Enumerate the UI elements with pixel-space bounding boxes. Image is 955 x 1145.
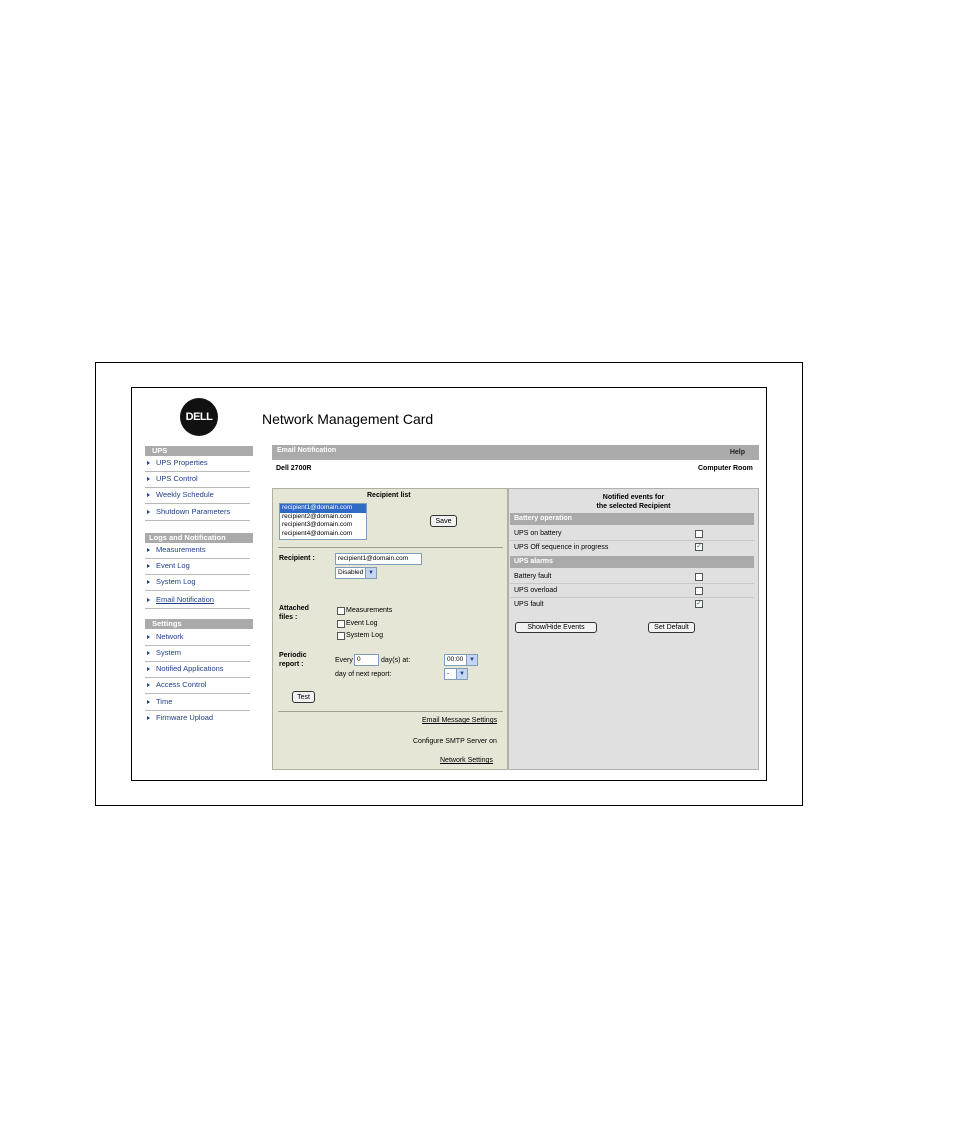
arrow-right-icon: [147, 651, 150, 656]
event-checkbox-ups-fault[interactable]: ✓: [695, 600, 703, 608]
recipient-list-title: Recipient list: [367, 492, 411, 499]
attached-files-label-line1: Attached: [279, 605, 309, 612]
event-label-ups-fault: UPS fault: [514, 601, 544, 608]
arrow-right-icon: [147, 580, 150, 585]
page-title: Email Notification: [277, 447, 337, 454]
arrow-right-icon: [147, 493, 150, 498]
arrow-right-icon: [147, 510, 150, 515]
set-default-button[interactable]: Set Default: [648, 622, 695, 633]
report-time-select[interactable]: 00:00 ▼: [444, 654, 478, 666]
events-panel-title-line1: Notified events for: [602, 494, 665, 501]
arrow-right-icon: [147, 548, 150, 553]
checkmark-icon: ✓: [696, 600, 702, 607]
sidebar-item-access-control[interactable]: Access Control: [145, 679, 250, 694]
chevron-down-icon: ▼: [456, 669, 467, 679]
recipient-option[interactable]: recipient2@domain.com: [280, 513, 366, 522]
sidebar-item-email-notification[interactable]: Email Notification: [145, 594, 250, 609]
next-report-label: day of next report:: [335, 671, 392, 678]
chevron-down-icon: ▼: [365, 568, 376, 578]
arrow-right-icon: [147, 461, 150, 466]
sidebar-header-settings: Settings: [145, 619, 253, 629]
sidebar-item-ups-control[interactable]: UPS Control: [145, 473, 250, 488]
attach-event-log-label: Event Log: [346, 620, 378, 627]
divider: [510, 540, 754, 541]
sidebar-item-ups-properties[interactable]: UPS Properties: [145, 457, 250, 472]
event-checkbox-ups-off-sequence[interactable]: ✓: [695, 543, 703, 551]
arrow-right-icon: [147, 477, 150, 482]
attach-measurements-label: Measurements: [346, 607, 393, 614]
group-header-ups-alarms: UPS alarms: [510, 556, 754, 568]
email-message-settings-link[interactable]: Email Message Settings: [422, 717, 497, 724]
network-settings-link[interactable]: Network Settings: [440, 757, 493, 764]
sidebar-header-ups: UPS: [145, 446, 253, 456]
divider: [278, 547, 503, 548]
recipient-option[interactable]: recipient1@domain.com: [280, 504, 366, 513]
sidebar-item-event-log[interactable]: Event Log: [145, 560, 250, 575]
arrow-right-icon: [147, 683, 150, 688]
periodic-report-label-line1: Periodic: [279, 652, 307, 659]
recipient-email-input[interactable]: recipient1@domain.com: [335, 553, 422, 565]
recipient-label: Recipient :: [279, 555, 315, 562]
group-header-battery-operation: Battery operation: [510, 513, 754, 525]
recipient-option[interactable]: recipient3@domain.com: [280, 521, 366, 530]
page-title-bar: Email Notification Help: [272, 445, 759, 460]
help-link[interactable]: Help: [730, 449, 745, 456]
divider: [510, 583, 754, 584]
checkmark-icon: ✓: [696, 543, 702, 550]
divider: [278, 711, 503, 712]
dell-logo: DELL: [180, 398, 218, 436]
smtp-config-text: Configure SMTP Server on: [413, 738, 497, 745]
recipient-status-select[interactable]: Disabled ▼: [335, 567, 377, 579]
app-title: Network Management Card: [262, 411, 434, 427]
recipient-option[interactable]: recipient4@domain.com: [280, 530, 366, 539]
arrow-right-icon: [147, 598, 150, 603]
sidebar-item-system[interactable]: System: [145, 647, 250, 662]
device-location: Computer Room: [698, 465, 753, 472]
event-checkbox-ups-on-battery[interactable]: [695, 530, 703, 538]
recipient-listbox[interactable]: recipient1@domain.com recipient2@domain.…: [279, 503, 367, 540]
every-label: Every: [335, 657, 353, 664]
attached-files-label-line2: files :: [279, 614, 298, 621]
attach-system-log-label: System Log: [346, 632, 383, 639]
sidebar-item-network[interactable]: Network: [145, 631, 250, 646]
sidebar-item-firmware-upload[interactable]: Firmware Upload: [145, 712, 250, 727]
sidebar-header-logs: Logs and Notification: [145, 533, 253, 543]
sidebar-item-time[interactable]: Time: [145, 696, 250, 711]
days-at-label: day(s) at:: [381, 657, 411, 664]
event-label-battery-fault: Battery fault: [514, 573, 552, 580]
attach-measurements-checkbox[interactable]: [337, 607, 345, 615]
event-label-ups-off-sequence: UPS Off sequence in progress: [514, 544, 609, 551]
attach-system-log-checkbox[interactable]: [337, 632, 345, 640]
test-button[interactable]: Test: [292, 691, 315, 703]
save-button[interactable]: Save: [430, 515, 457, 527]
event-checkbox-ups-overload[interactable]: [695, 587, 703, 595]
periodic-report-label-line2: report :: [279, 661, 304, 668]
report-time-value: 00:00: [447, 656, 464, 663]
every-days-input[interactable]: 0: [354, 654, 379, 666]
arrow-right-icon: [147, 667, 150, 672]
chevron-down-icon: ▼: [466, 655, 477, 665]
event-label-ups-on-battery: UPS on battery: [514, 530, 562, 537]
arrow-right-icon: [147, 700, 150, 705]
next-report-select[interactable]: - ▼: [444, 668, 468, 680]
sidebar-item-weekly-schedule[interactable]: Weekly Schedule: [145, 489, 250, 504]
arrow-right-icon: [147, 564, 150, 569]
arrow-right-icon: [147, 635, 150, 640]
next-report-value: -: [447, 670, 450, 677]
sidebar-item-notified-applications[interactable]: Notified Applications: [145, 663, 250, 678]
events-panel-title-line2: the selected Recipient: [596, 503, 671, 510]
event-label-ups-overload: UPS overload: [514, 587, 558, 594]
arrow-right-icon: [147, 716, 150, 721]
event-checkbox-battery-fault[interactable]: [695, 573, 703, 581]
recipient-status-value: Disabled: [338, 569, 364, 576]
divider: [510, 597, 754, 598]
sidebar-item-measurements[interactable]: Measurements: [145, 544, 250, 559]
device-name: Dell 2700R: [276, 465, 312, 472]
attach-event-log-checkbox[interactable]: [337, 620, 345, 628]
show-hide-events-button[interactable]: Show/Hide Events: [515, 622, 597, 633]
sidebar-item-system-log[interactable]: System Log: [145, 576, 250, 591]
sidebar-item-shutdown-parameters[interactable]: Shutdown Parameters: [145, 506, 250, 521]
